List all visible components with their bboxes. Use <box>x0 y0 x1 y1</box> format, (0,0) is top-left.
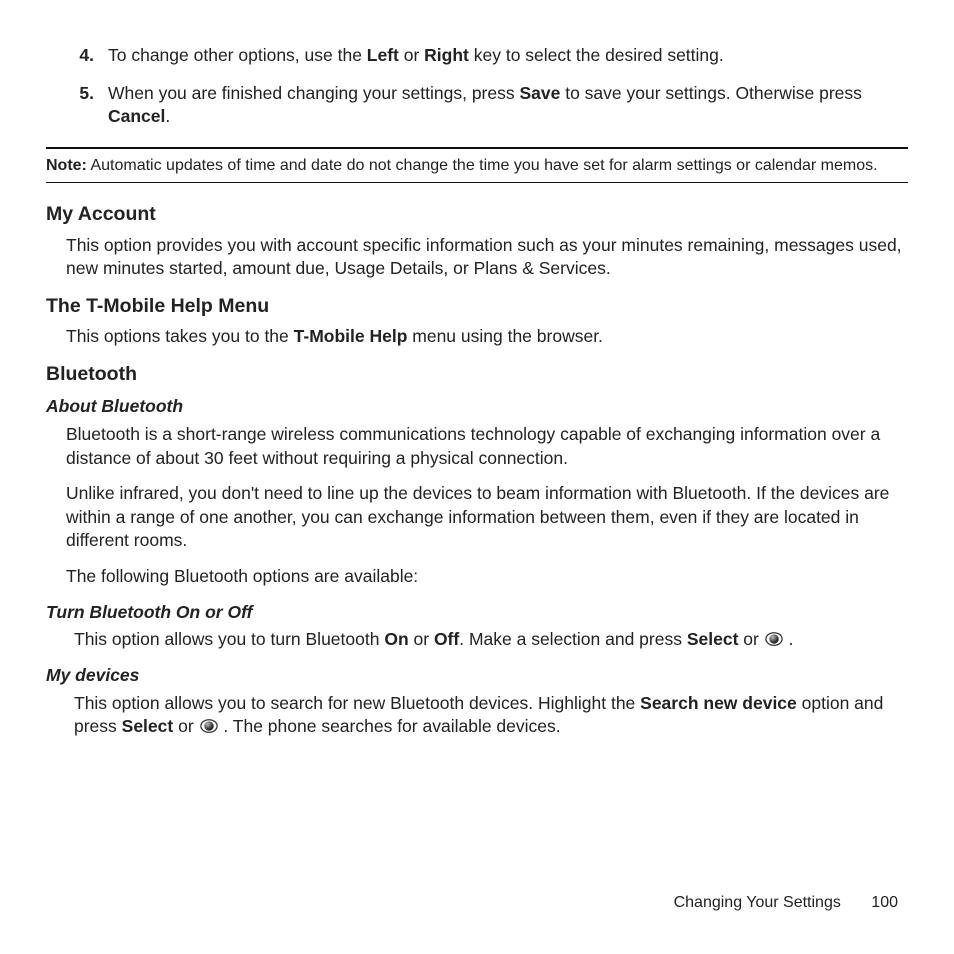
footer-section: Changing Your Settings <box>674 894 841 911</box>
step-text: To change other options, use the Left or… <box>108 44 908 68</box>
subheading-turn-bluetooth: Turn Bluetooth On or Off <box>46 601 908 625</box>
step-number: 5. <box>46 82 108 129</box>
subheading-about-bluetooth: About Bluetooth <box>46 395 908 419</box>
heading-bluetooth: Bluetooth <box>46 361 908 387</box>
note-text: Automatic updates of time and date do no… <box>87 157 878 174</box>
help-menu-body: This options takes you to the T-Mobile H… <box>46 325 908 349</box>
my-account-body: This option provides you with account sp… <box>46 234 908 281</box>
turn-bluetooth-body: This option allows you to turn Bluetooth… <box>46 628 908 652</box>
select-button-icon <box>200 717 218 735</box>
subheading-my-devices: My devices <box>46 664 908 688</box>
select-button-icon <box>765 630 783 648</box>
my-devices-body: This option allows you to search for new… <box>46 692 908 739</box>
about-bluetooth-p2: Unlike infrared, you don't need to line … <box>46 482 908 553</box>
heading-help-menu: The T-Mobile Help Menu <box>46 293 908 319</box>
page-footer: Changing Your Settings 100 <box>674 892 898 914</box>
ordered-steps: 4. To change other options, use the Left… <box>46 44 908 129</box>
about-bluetooth-p3: The following Bluetooth options are avai… <box>46 565 908 589</box>
note-box: Note: Automatic updates of time and date… <box>46 147 908 184</box>
footer-page-number: 100 <box>871 894 898 911</box>
heading-my-account: My Account <box>46 201 908 227</box>
about-bluetooth-p1: Bluetooth is a short-range wireless comm… <box>46 423 908 470</box>
document-page: 4. To change other options, use the Left… <box>0 0 954 954</box>
step-number: 4. <box>46 44 108 68</box>
step-4: 4. To change other options, use the Left… <box>46 44 908 68</box>
step-text: When you are finished changing your sett… <box>108 82 908 129</box>
step-5: 5. When you are finished changing your s… <box>46 82 908 129</box>
note-label: Note: <box>46 157 87 174</box>
